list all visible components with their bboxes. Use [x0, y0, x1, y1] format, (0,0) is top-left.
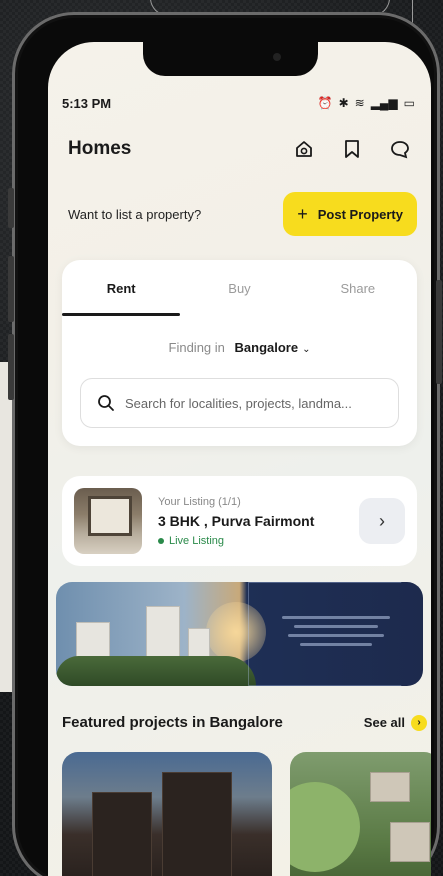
promo-banner[interactable]	[56, 582, 423, 686]
see-all-label: See all	[363, 715, 405, 730]
notch	[143, 42, 318, 76]
city-selector[interactable]: Finding in Bangalore ⌄	[62, 340, 417, 355]
project-block	[390, 822, 430, 862]
search-tabs: Rent Buy Share	[62, 260, 417, 316]
banner-trees	[56, 656, 256, 686]
search-input[interactable]: Search for localities, projects, landma.…	[80, 378, 399, 428]
chevron-right-icon: ›	[411, 714, 427, 731]
chevron-down-icon: ⌄	[302, 344, 311, 355]
mute-switch	[8, 188, 14, 228]
volume-down-button	[8, 334, 14, 400]
tab-buy[interactable]: Buy	[180, 260, 298, 316]
project-tower	[162, 772, 232, 876]
signal-icon: ▂▄▆	[370, 96, 398, 110]
open-listing-button[interactable]: ›	[359, 498, 405, 544]
search-placeholder: Search for localities, projects, landma.…	[125, 395, 352, 411]
banner-text-lines	[276, 610, 396, 652]
project-card[interactable]	[62, 752, 272, 876]
listing-thumbnail	[74, 488, 142, 554]
chat-icon[interactable]	[389, 138, 411, 160]
volume-up-button	[8, 256, 14, 322]
header-actions	[293, 138, 411, 160]
app-screen: 5:13 PM ⏰ ✱ ≋ ▂▄▆ ▭ Homes Want to list a…	[48, 42, 431, 876]
alarm-icon: ⏰	[317, 96, 333, 110]
search-card: Rent Buy Share Finding in Bangalore ⌄ Sea…	[62, 260, 417, 446]
project-card[interactable]	[290, 752, 431, 876]
app-header: Homes	[68, 138, 411, 160]
bookmark-icon[interactable]	[341, 138, 363, 160]
status-icons: ⏰ ✱ ≋ ▂▄▆ ▭	[318, 96, 415, 110]
listing-label: Your Listing (1/1)	[158, 495, 241, 508]
listing-status-text: Live Listing	[169, 534, 225, 547]
your-listing-card[interactable]: Your Listing (1/1) 3 BHK , Purva Fairmon…	[62, 476, 417, 566]
project-block	[370, 772, 410, 802]
post-property-button[interactable]: + Post Property	[283, 192, 417, 236]
project-tower	[92, 792, 152, 876]
live-dot-icon	[158, 537, 164, 544]
tab-rent[interactable]: Rent	[62, 260, 181, 316]
city-name: Bangalore	[234, 340, 299, 355]
finding-label: Finding in	[168, 340, 225, 355]
listing-status: Live Listing	[158, 535, 359, 547]
plus-icon: +	[297, 203, 308, 224]
status-time: 5:13 PM	[62, 95, 112, 111]
featured-title: Featured projects in Bangalore	[62, 714, 283, 731]
page-title: Homes	[68, 138, 132, 159]
wifi-icon: ≋	[354, 96, 365, 110]
battery-icon: ▭	[403, 96, 415, 110]
listing-info: Your Listing (1/1) 3 BHK , Purva Fairmon…	[158, 496, 359, 547]
list-property-question: Want to list a property?	[68, 206, 202, 222]
home-search-icon[interactable]	[293, 138, 315, 160]
list-property-row: Want to list a property? + Post Property	[68, 192, 417, 236]
project-lawn	[290, 782, 360, 872]
status-bar: 5:13 PM ⏰ ✱ ≋ ▂▄▆ ▭	[62, 94, 415, 112]
featured-header: Featured projects in Bangalore See all ›	[62, 714, 427, 731]
phone-frame: 5:13 PM ⏰ ✱ ≋ ▂▄▆ ▭ Homes Want to list a…	[8, 12, 442, 876]
chevron-right-icon: ›	[379, 510, 385, 531]
listing-name: 3 BHK , Purva Fairmont	[158, 512, 315, 529]
see-all-link[interactable]: See all ›	[363, 714, 427, 731]
post-property-label: Post Property	[317, 206, 403, 222]
power-button	[436, 280, 442, 384]
tab-share[interactable]: Share	[299, 260, 417, 316]
search-icon	[98, 395, 114, 411]
bluetooth-icon: ✱	[338, 96, 349, 110]
